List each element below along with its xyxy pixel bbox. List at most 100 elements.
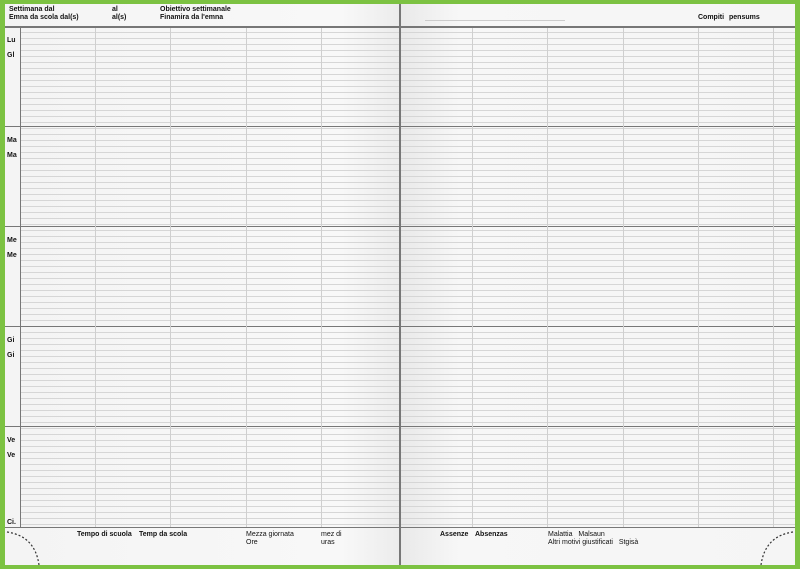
writing-rule <box>21 278 795 279</box>
writing-rule <box>21 206 795 207</box>
writing-rule <box>21 152 795 153</box>
right-corner-arc <box>760 531 794 565</box>
writing-rule <box>21 56 795 57</box>
half-day-label-rm: mez di uras <box>321 531 342 546</box>
school-time-label: Tempo di scuola <box>77 531 132 538</box>
page-spine <box>399 4 401 565</box>
writing-rule <box>21 50 795 51</box>
writing-rule <box>21 98 795 99</box>
writing-rule <box>21 194 795 195</box>
week-from-label: Settimana dal Emna da scola dal(s) <box>9 6 79 21</box>
writing-rule <box>21 170 795 171</box>
writing-rule <box>21 494 795 495</box>
writing-rule <box>21 236 795 237</box>
column-line <box>246 26 247 527</box>
writing-rule <box>21 470 795 471</box>
writing-rule <box>21 302 795 303</box>
writing-rule <box>21 248 795 249</box>
column-line <box>547 26 548 527</box>
week-to-label: al al(s) <box>112 6 127 21</box>
day-label-fri-rm: Ve <box>7 452 16 459</box>
absence-reasons: Malattia Malsaun Altri motivi giustifica… <box>548 531 639 546</box>
writing-rule <box>21 416 795 417</box>
row-label-ci: Ci. <box>7 519 16 526</box>
writing-rule <box>21 86 795 87</box>
writing-rule <box>21 404 795 405</box>
writing-rule <box>21 260 795 261</box>
writing-rule <box>21 512 795 513</box>
writing-rule <box>21 338 795 339</box>
writing-rule <box>21 356 795 357</box>
writing-rule <box>21 290 795 291</box>
writing-rule <box>21 482 795 483</box>
writing-rule <box>21 272 795 273</box>
writing-rule <box>21 284 795 285</box>
writing-rule <box>21 446 795 447</box>
writing-rule <box>21 218 795 219</box>
column-line <box>698 26 699 527</box>
writing-rule <box>21 44 795 45</box>
day-label-thu-rm: Gi <box>7 352 15 359</box>
writing-rule <box>21 158 795 159</box>
writing-rule <box>21 68 795 69</box>
label-gutter-line <box>20 26 21 527</box>
writing-rule <box>21 368 795 369</box>
column-line <box>321 26 322 527</box>
writing-rule <box>21 230 795 231</box>
planner-spread: Settimana dal Emna da scola dal(s) al al… <box>5 4 795 565</box>
writing-rule <box>21 308 795 309</box>
homework-label-rm: pensums <box>729 14 760 21</box>
writing-rule <box>21 464 795 465</box>
day-label-wed: Me <box>7 237 17 244</box>
weekly-goal-label: Obiettivo settimanale Finamira da l'emna <box>160 6 231 21</box>
half-day-label: Mezza giornata Ore <box>246 531 294 546</box>
writing-rule <box>21 410 795 411</box>
writing-rule <box>21 320 795 321</box>
writing-rule <box>21 242 795 243</box>
writing-rule <box>21 182 795 183</box>
writing-rule <box>21 506 795 507</box>
day-label-fri: Ve <box>7 437 16 444</box>
writing-rule <box>21 488 795 489</box>
writing-rule <box>21 452 795 453</box>
writing-rule <box>21 500 795 501</box>
column-line <box>95 26 96 527</box>
writing-rule <box>21 128 795 129</box>
writing-rule <box>21 476 795 477</box>
day-label-mon: Lu <box>7 37 16 44</box>
left-corner-arc <box>6 531 40 565</box>
absences-label: Assenze <box>440 531 469 538</box>
day-label-mon-rm: Gl <box>7 52 15 59</box>
writing-rule <box>21 116 795 117</box>
column-line <box>472 26 473 527</box>
writing-rule <box>21 212 795 213</box>
writing-rule <box>21 266 795 267</box>
writing-rule <box>21 524 795 525</box>
writing-rule <box>21 458 795 459</box>
writing-rule <box>21 440 795 441</box>
writing-rule <box>21 74 795 75</box>
writing-rule <box>21 344 795 345</box>
writing-rule <box>21 146 795 147</box>
writing-rule <box>21 200 795 201</box>
writing-rule <box>21 434 795 435</box>
writing-rule <box>21 62 795 63</box>
writing-rule <box>21 374 795 375</box>
day-label-tue: Ma <box>7 137 17 144</box>
writing-rule <box>21 314 795 315</box>
writing-rule <box>21 92 795 93</box>
writing-rule <box>21 32 795 33</box>
writing-rule <box>21 422 795 423</box>
writing-rule <box>21 392 795 393</box>
column-line <box>623 26 624 527</box>
writing-rule <box>21 176 795 177</box>
writing-rule <box>21 38 795 39</box>
writing-rule <box>21 164 795 165</box>
absences-label-rm: Absenzas <box>475 531 508 538</box>
writing-rule <box>21 332 795 333</box>
writing-rule <box>21 296 795 297</box>
writing-rule <box>21 110 795 111</box>
writing-rule <box>21 134 795 135</box>
writing-rule <box>21 104 795 105</box>
column-line <box>773 26 774 527</box>
